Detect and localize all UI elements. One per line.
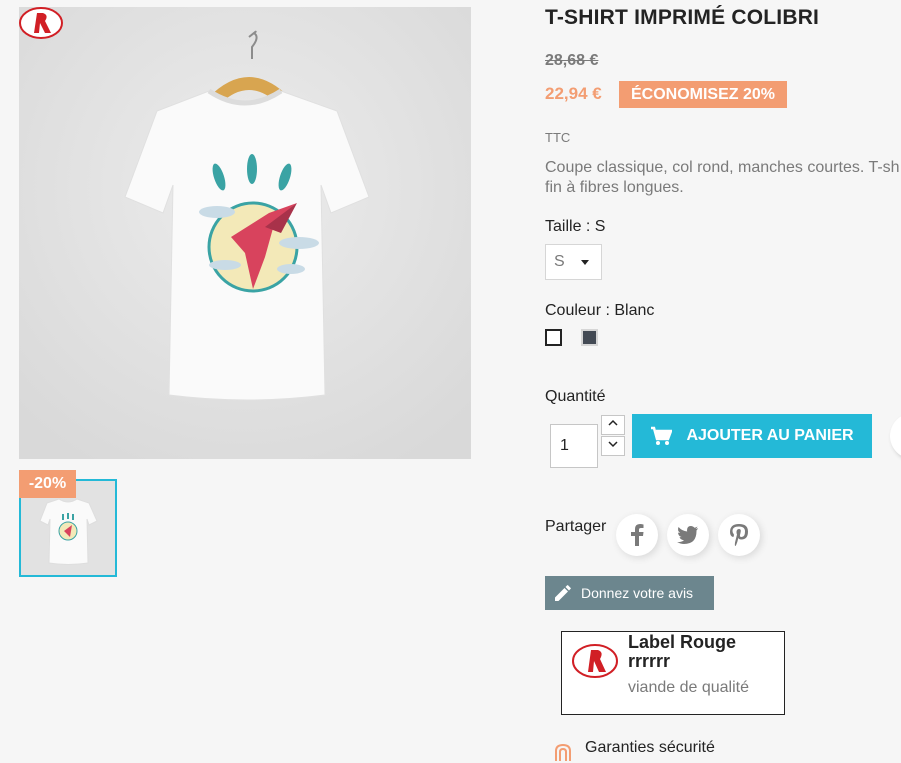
label-rouge-logo: [19, 7, 63, 39]
shield-icon: [555, 743, 571, 761]
reassurance-title: Label Rouge rrrrrr: [628, 632, 737, 671]
size-select[interactable]: S: [545, 244, 602, 280]
add-to-cart-button[interactable]: AJOUTER AU PANIER: [632, 414, 872, 458]
color-swatch-grey[interactable]: [581, 329, 598, 346]
product-description: Coupe classique, col rond, manches court…: [545, 158, 901, 198]
write-review-label: Donnez votre avis: [581, 585, 694, 601]
chevron-up-icon: [608, 419, 618, 426]
size-select-value: S: [554, 253, 565, 270]
current-price: 22,94 €: [545, 84, 602, 103]
tax-label: TTC: [545, 130, 571, 145]
share-facebook-button[interactable]: [616, 514, 658, 556]
facebook-icon: [631, 524, 644, 546]
twitter-icon: [677, 526, 698, 544]
product-title: T-SHIRT IMPRIMÉ COLIBRI: [545, 6, 820, 29]
color-label: Couleur : Blanc: [545, 302, 655, 319]
add-to-cart-label: AJOUTER AU PANIER: [686, 427, 854, 444]
caret-down-icon: [581, 260, 589, 265]
description-line: Coupe classique, col rond, manches court…: [545, 159, 900, 176]
quantity-input[interactable]: 1: [550, 424, 598, 468]
reassurance-block: Label Rouge rrrrrr viande de qualité: [561, 631, 785, 715]
write-review-button[interactable]: Donnez votre avis: [545, 576, 714, 610]
regular-price: 28,68 €: [545, 52, 599, 69]
quantity-label: Quantité: [545, 388, 606, 405]
share-pinterest-button[interactable]: [718, 514, 760, 556]
label-rouge-logo: [572, 644, 618, 678]
discount-flag: -20%: [19, 470, 76, 498]
product-main-image[interactable]: [19, 7, 471, 459]
pinterest-icon: [730, 524, 748, 546]
share-label: Partager: [545, 518, 607, 535]
wishlist-button[interactable]: [890, 413, 901, 459]
quantity-decrease-button[interactable]: [601, 436, 625, 456]
share-twitter-button[interactable]: [667, 514, 709, 556]
reassurance-subtitle: viande de qualité: [628, 679, 749, 696]
discount-badge: ÉCONOMISEZ 20%: [619, 81, 787, 108]
chevron-down-icon: [608, 441, 618, 448]
pencil-icon: [555, 585, 571, 601]
color-swatch-white[interactable]: [545, 329, 562, 346]
security-guarantee-label: Garanties sécurité: [585, 739, 715, 756]
size-label: Taille : S: [545, 218, 606, 235]
shopping-cart-icon: [651, 426, 673, 445]
quantity-increase-button[interactable]: [601, 415, 625, 435]
description-line: fin à fibres longues.: [545, 179, 684, 196]
tshirt-image: [19, 7, 471, 459]
